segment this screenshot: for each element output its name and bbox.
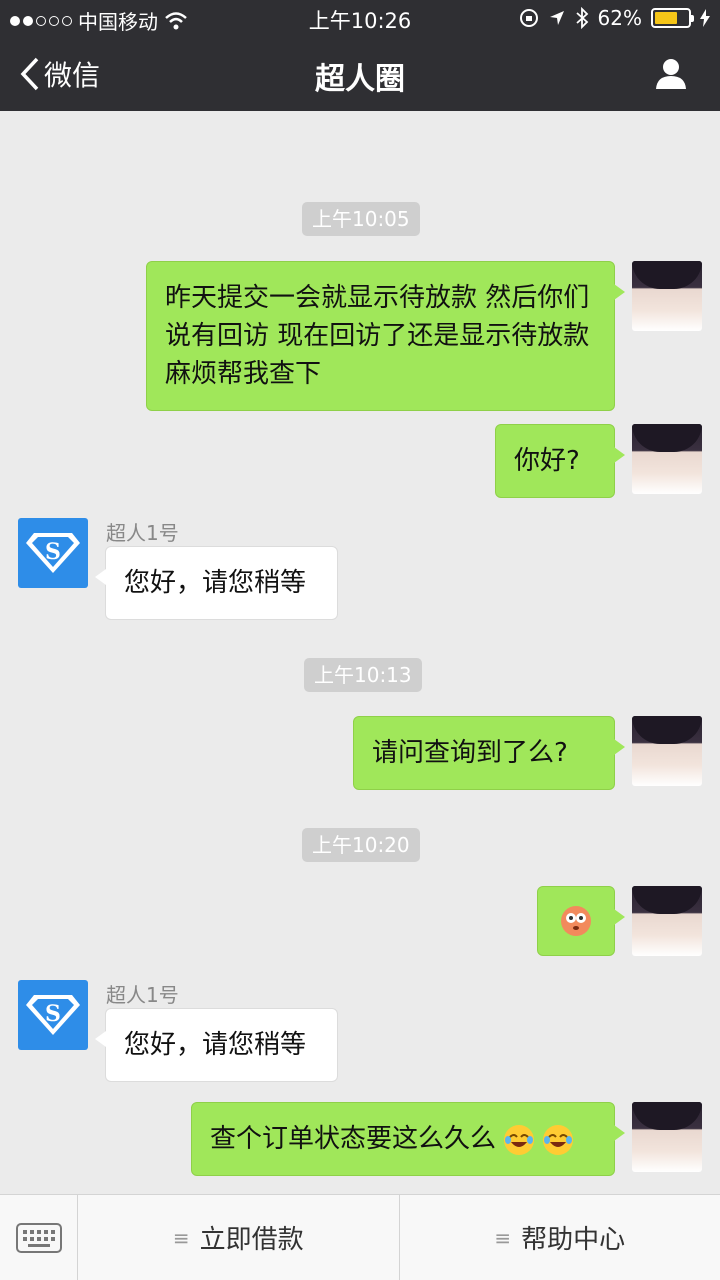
message-bubble[interactable]: 查个订单状态要这么久么 bbox=[191, 1102, 625, 1176]
menu-label: 帮助中心 bbox=[521, 1225, 626, 1255]
sender-name: 超人1号 bbox=[106, 521, 179, 545]
menu-icon: ≡ bbox=[494, 1225, 512, 1250]
superman-logo-icon: S bbox=[26, 995, 80, 1035]
message-text: 查个订单状态要这么久么 bbox=[210, 1124, 497, 1154]
superman-logo-icon: S bbox=[26, 533, 80, 573]
svg-text:S: S bbox=[45, 539, 61, 565]
chat-area[interactable]: 上午10:05 昨天提交一会就显示待放款 然后你们说有回访 现在回访了还是显示待… bbox=[0, 111, 720, 1194]
flushed-face-icon bbox=[561, 906, 591, 936]
keyboard-icon bbox=[15, 1222, 62, 1253]
nav-bar: 微信 超人圈 bbox=[0, 36, 720, 111]
user-avatar[interactable] bbox=[632, 261, 702, 331]
person-icon bbox=[656, 59, 686, 89]
menu-borrow-now[interactable]: ≡ 立即借款 bbox=[78, 1195, 400, 1280]
message-bubble[interactable]: 昨天提交一会就显示待放款 然后你们说有回访 现在回访了还是显示待放款 麻烦帮我查… bbox=[146, 261, 625, 411]
message-bubble[interactable] bbox=[537, 886, 625, 956]
message-bubble[interactable]: 请问查询到了么? bbox=[353, 716, 625, 790]
top-bar: 中国移动 上午10:26 62% 微信 超人圈 bbox=[0, 0, 720, 111]
keyboard-toggle-button[interactable] bbox=[0, 1195, 78, 1280]
message-bubble[interactable]: 您好，请您稍等 bbox=[95, 1008, 338, 1082]
sender-name: 超人1号 bbox=[106, 983, 179, 1007]
battery-icon bbox=[651, 8, 694, 28]
charging-icon bbox=[700, 9, 710, 27]
menu-icon: ≡ bbox=[172, 1225, 190, 1250]
profile-button[interactable] bbox=[654, 56, 688, 94]
bot-avatar[interactable]: S bbox=[18, 518, 88, 588]
user-avatar[interactable] bbox=[632, 716, 702, 786]
timestamp: 上午10:20 bbox=[302, 828, 420, 862]
user-avatar[interactable] bbox=[632, 886, 702, 956]
chat-title: 超人圈 bbox=[315, 62, 405, 97]
orientation-lock-icon bbox=[519, 9, 538, 27]
bluetooth-icon bbox=[575, 7, 588, 29]
crying-laughing-icon bbox=[504, 1124, 535, 1155]
status-bar: 中国移动 上午10:26 62% bbox=[0, 0, 720, 36]
menu-label: 立即借款 bbox=[199, 1225, 304, 1255]
timestamp: 上午10:05 bbox=[302, 202, 420, 236]
battery-percent: 62% bbox=[597, 6, 642, 30]
user-avatar[interactable] bbox=[632, 424, 702, 494]
svg-text:S: S bbox=[45, 1001, 61, 1027]
message-bubble[interactable]: 您好，请您稍等 bbox=[95, 546, 338, 620]
bot-avatar[interactable]: S bbox=[18, 980, 88, 1050]
location-icon bbox=[549, 11, 564, 25]
timestamp: 上午10:13 bbox=[304, 658, 422, 692]
menu-help-center[interactable]: ≡ 帮助中心 bbox=[400, 1195, 720, 1280]
message-bubble[interactable]: 你好? bbox=[495, 424, 625, 498]
crying-laughing-icon bbox=[542, 1124, 573, 1155]
bottom-menu: ≡ 立即借款 ≡ 帮助中心 bbox=[0, 1194, 720, 1280]
user-avatar[interactable] bbox=[632, 1102, 702, 1172]
